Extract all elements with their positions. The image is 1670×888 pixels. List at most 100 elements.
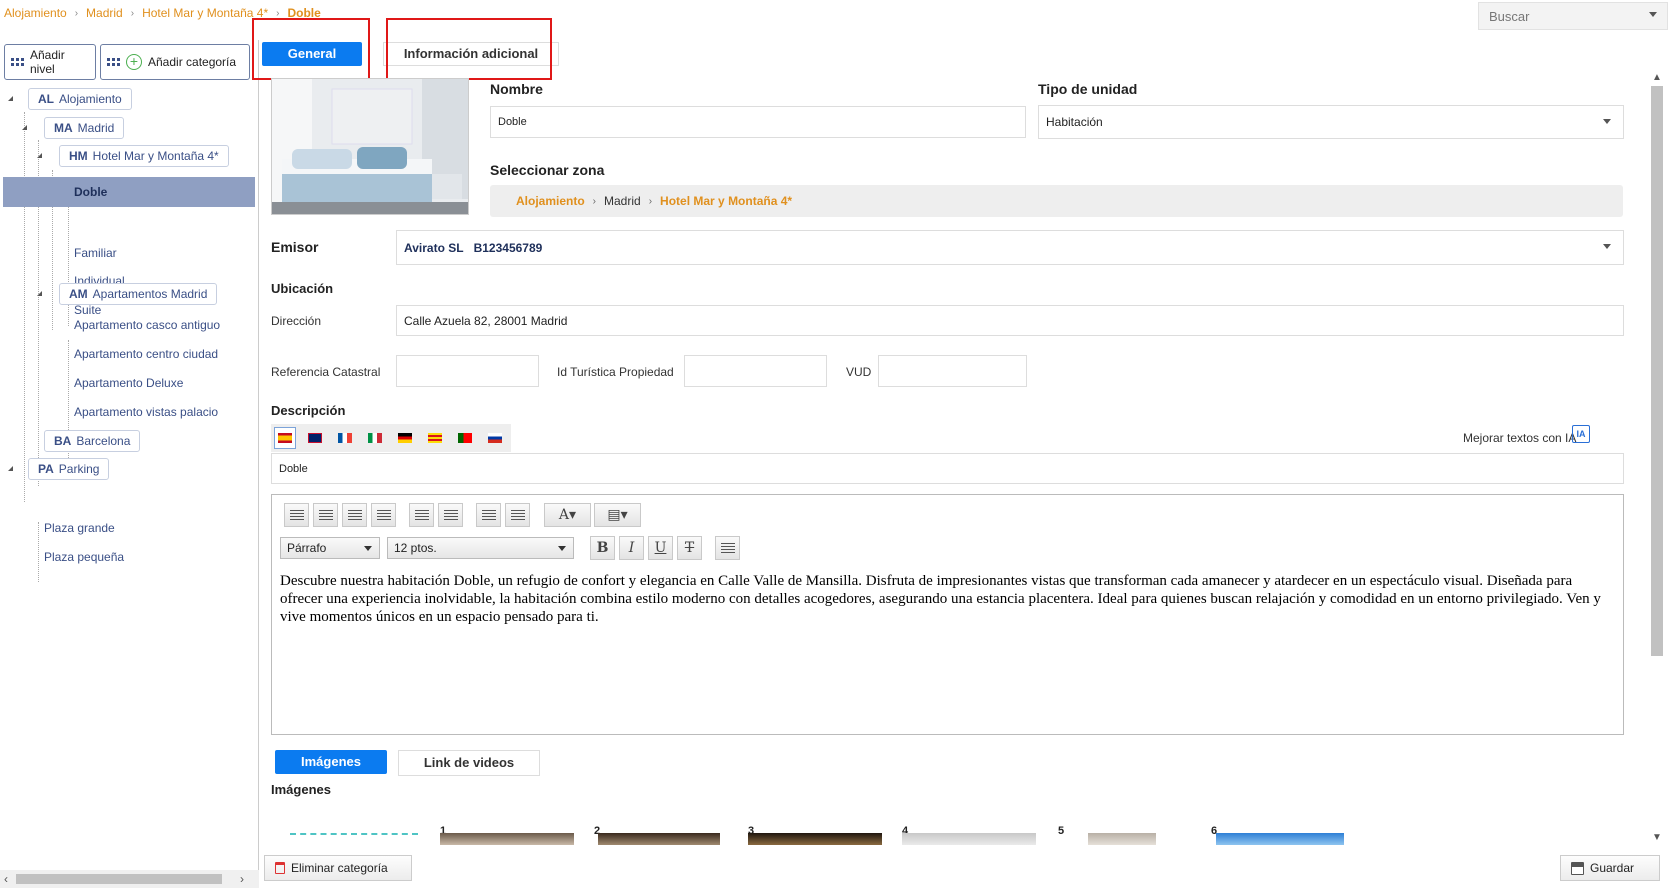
tree-node-alojamiento[interactable]: AL Alojamiento [8, 88, 132, 110]
mejorar-textos-label[interactable]: Mejorar textos con IA [1463, 431, 1576, 445]
breadcrumb-item[interactable]: Madrid [86, 6, 123, 20]
flag-uk-icon[interactable] [304, 427, 326, 449]
ai-icon[interactable]: IA [1572, 425, 1590, 443]
zone-item[interactable]: Alojamiento [516, 194, 585, 208]
strikethrough-button[interactable]: T [677, 536, 702, 560]
trash-icon [275, 862, 285, 874]
scrollbar-thumb[interactable] [1651, 86, 1663, 656]
zone-item[interactable]: Hotel Mar y Montaña 4* [660, 194, 792, 208]
highlight-box [252, 18, 370, 80]
tree-node-apartamentos[interactable]: AM Apartamentos Madrid [37, 283, 218, 305]
scrollbar-thumb[interactable] [16, 874, 222, 884]
scroll-down-icon[interactable]: ▼ [1652, 832, 1662, 843]
tipo-unidad-select[interactable]: Habitación [1038, 105, 1624, 139]
add-circle-icon: + [126, 54, 142, 70]
unit-photo[interactable] [271, 78, 469, 215]
align-right-button[interactable] [342, 503, 367, 527]
flag-pt-icon[interactable] [454, 427, 476, 449]
horizontal-rule-button[interactable] [715, 536, 740, 560]
align-left-button[interactable] [284, 503, 309, 527]
bullet-list-button[interactable] [476, 503, 501, 527]
image-thumbnail[interactable] [1216, 833, 1344, 845]
emisor-select[interactable]: Avirato SL B123456789 [396, 230, 1624, 265]
editor-content[interactable]: Descubre nuestra habitación Doble, un re… [280, 572, 1615, 626]
indent-button[interactable] [438, 503, 463, 527]
image-upload-dropzone[interactable] [290, 833, 418, 845]
outdent-button[interactable] [409, 503, 434, 527]
paragraph-format-value: Párrafo [287, 541, 327, 555]
image-thumbnail[interactable] [748, 833, 882, 845]
collapse-icon [37, 153, 42, 158]
tab-imagenes[interactable]: Imágenes [275, 750, 387, 774]
node-code: AM [69, 287, 88, 301]
delete-category-button[interactable]: Eliminar categoría [264, 855, 412, 881]
bold-button[interactable]: B [590, 536, 615, 560]
tree-leaf-suite[interactable]: Suite [74, 303, 101, 317]
flag-it-icon[interactable] [364, 427, 386, 449]
numbered-list-button[interactable] [505, 503, 530, 527]
breadcrumb-item[interactable]: Alojamiento [4, 6, 67, 20]
flag-ca-icon[interactable] [424, 427, 446, 449]
flag-de-icon[interactable] [394, 427, 416, 449]
scroll-left-icon[interactable]: ‹ [4, 872, 8, 886]
scroll-right-icon[interactable]: › [240, 872, 244, 886]
add-level-button[interactable]: Añadir nivel [4, 44, 96, 80]
node-label: Madrid [77, 121, 115, 135]
tree-node-madrid[interactable]: MA Madrid [22, 117, 125, 139]
flag-ru-icon[interactable] [484, 427, 506, 449]
floppy-disk-icon [1571, 861, 1584, 875]
tree-leaf-plaza-pequena[interactable]: Plaza pequeña [44, 550, 124, 564]
zone-item[interactable]: Madrid [604, 194, 641, 208]
image-thumbnail[interactable] [598, 833, 720, 845]
font-size-select[interactable]: 12 ptos. [387, 537, 574, 559]
tree-leaf-apartamento[interactable]: Apartamento centro ciudad [74, 347, 218, 361]
sidebar: Añadir nivel + Añadir categoría AL Alojam… [0, 40, 259, 888]
tree-leaf-doble[interactable]: Doble [74, 178, 107, 206]
collapse-icon [22, 125, 27, 130]
tab-link-videos[interactable]: Link de videos [398, 750, 540, 776]
ubicacion-label: Ubicación [271, 281, 334, 296]
search-dropdown[interactable]: Buscar [1478, 2, 1668, 30]
direccion-input[interactable]: Calle Azuela 82, 28001 Madrid [396, 305, 1624, 336]
node-code: BA [54, 434, 72, 448]
zone-breadcrumb[interactable]: Alojamiento › Madrid › Hotel Mar y Monta… [490, 185, 1623, 217]
tree-node-barcelona[interactable]: BA Barcelona [44, 430, 141, 452]
background-color-button[interactable]: ▤▾ [594, 503, 641, 527]
save-button[interactable]: Guardar [1560, 855, 1660, 881]
align-center-button[interactable] [313, 503, 338, 527]
main-vertical-scrollbar[interactable]: ▲ ▼ [1648, 70, 1666, 848]
nombre-input[interactable]: Doble [490, 106, 1026, 138]
underline-button[interactable]: U [648, 536, 673, 560]
emisor-label: Emisor [271, 239, 319, 255]
sidebar-horizontal-scrollbar[interactable]: ‹ › [0, 870, 259, 888]
breadcrumb-item[interactable]: Hotel Mar y Montaña 4* [142, 6, 268, 20]
image-thumbnail[interactable] [440, 833, 574, 845]
scroll-up-icon[interactable]: ▲ [1652, 72, 1662, 83]
description-title-input[interactable]: Doble [271, 453, 1624, 484]
chevron-down-icon [364, 546, 372, 551]
rich-text-editor[interactable]: A▾ ▤▾ Párrafo 12 ptos. B I U T Descubre … [271, 494, 1624, 735]
image-thumbnail[interactable] [1088, 833, 1156, 845]
flag-es-icon[interactable] [274, 427, 296, 449]
chevron-down-icon [1603, 244, 1611, 249]
chevron-down-icon [558, 546, 566, 551]
tree-leaf-apartamento[interactable]: Apartamento casco antiguo [74, 318, 220, 332]
tree-node-parking[interactable]: PA Parking [8, 458, 110, 480]
tree-leaf-apartamento[interactable]: Apartamento vistas palacio [74, 405, 218, 419]
image-thumbnail[interactable] [902, 833, 1036, 845]
tree-leaf-apartamento[interactable]: Apartamento Deluxe [74, 376, 183, 390]
referencia-catastral-input[interactable] [396, 355, 539, 387]
flag-fr-icon[interactable] [334, 427, 356, 449]
descripcion-label: Descripción [271, 403, 346, 418]
tree-leaf-familiar[interactable]: Familiar [74, 246, 117, 260]
font-color-button[interactable]: A▾ [544, 503, 591, 527]
vud-input[interactable] [878, 355, 1027, 387]
grid-icon [11, 58, 24, 66]
italic-button[interactable]: I [619, 536, 644, 560]
tree-node-hotel[interactable]: HM Hotel Mar y Montaña 4* [37, 145, 229, 167]
id-turistica-input[interactable] [684, 355, 827, 387]
align-justify-button[interactable] [371, 503, 396, 527]
tree-leaf-plaza-grande[interactable]: Plaza grande [44, 521, 115, 535]
add-category-button[interactable]: + Añadir categoría [100, 44, 250, 80]
paragraph-format-select[interactable]: Párrafo [280, 537, 380, 559]
